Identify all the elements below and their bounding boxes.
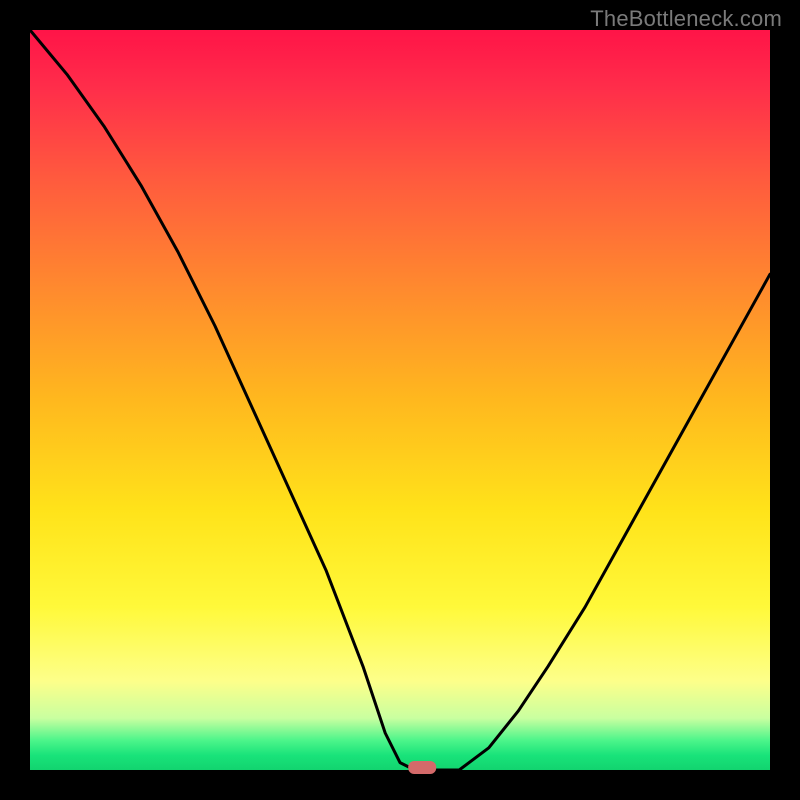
optimal-marker	[408, 761, 436, 774]
chart-frame: TheBottleneck.com	[0, 0, 800, 800]
watermark-label: TheBottleneck.com	[590, 6, 782, 32]
plot-area	[30, 30, 770, 770]
bottleneck-curve	[30, 30, 770, 770]
chart-svg	[30, 30, 770, 770]
